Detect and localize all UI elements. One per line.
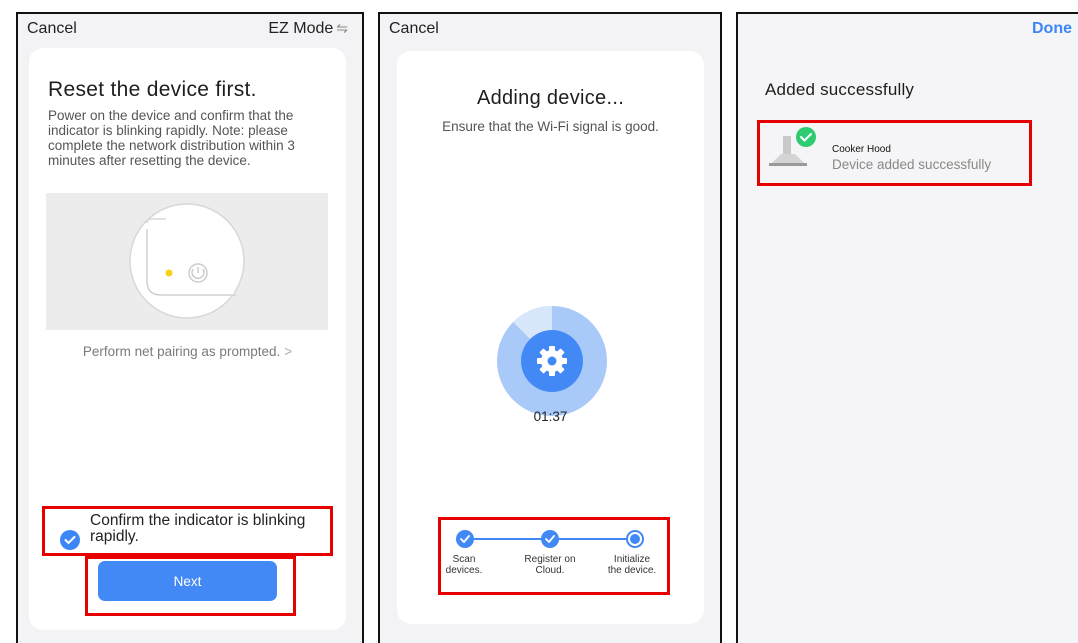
reset-instructions: Power on the device and confirm that the…: [48, 108, 295, 168]
screen-adding-device: Cancel Adding device... Ensure that the …: [378, 12, 722, 643]
page-title: Adding device...: [476, 87, 625, 109]
cancel-button[interactable]: Cancel: [27, 20, 77, 38]
net-pairing-link[interactable]: Perform net pairing as prompted. >: [29, 344, 346, 359]
ez-mode-switch[interactable]: EZ Mode ⇋: [268, 20, 348, 38]
highlight-box-confirm: [42, 506, 333, 556]
page-title: Reset the device first.: [48, 78, 257, 101]
progress-spinner: [497, 305, 607, 416]
cancel-button[interactable]: Cancel: [389, 20, 439, 38]
page-title: Added successfully: [765, 80, 915, 99]
switch-arrows-icon: ⇋: [336, 20, 348, 36]
done-button[interactable]: Done: [1032, 20, 1072, 38]
screen-reset-device: Cancel EZ Mode ⇋ Reset the device first. …: [16, 12, 364, 643]
gear-icon: [537, 346, 567, 376]
net-pairing-link-label: Perform net pairing as prompted.: [82, 344, 281, 359]
screen-added-successfully: Done Added successfully Cooker Hood Devi…: [736, 12, 1078, 643]
chevron-right-icon: >: [284, 344, 293, 359]
wifi-hint: Ensure that the Wi-Fi signal is good.: [442, 119, 659, 134]
highlight-box-device: [757, 120, 1032, 186]
highlight-box-steps: [438, 517, 670, 595]
blinking-indicator-illustration: [129, 203, 245, 319]
ez-mode-label: EZ Mode: [268, 20, 334, 37]
countdown-timer: 01:37: [533, 409, 568, 424]
device-illustration: [46, 193, 328, 330]
highlight-box-next: [85, 556, 296, 616]
